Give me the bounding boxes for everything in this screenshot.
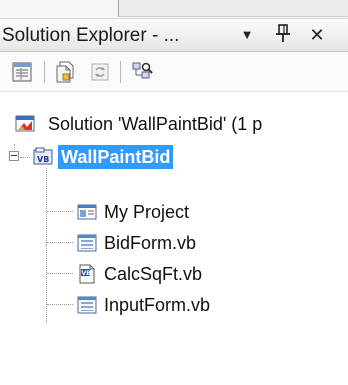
solution-explorer-titlebar[interactable]: Solution Explorer - ... ▼ ✕: [0, 18, 348, 52]
show-all-files-icon[interactable]: [54, 60, 78, 84]
class-view-icon[interactable]: [130, 60, 154, 84]
solution-tree: Solution 'WallPaintBid' (1 p VB WallPain…: [0, 92, 348, 385]
tree-connector: [46, 168, 47, 323]
collapse-toggle[interactable]: [9, 151, 19, 161]
document-tab[interactable]: [118, 0, 348, 17]
tree-connector: [47, 211, 73, 212]
tree-node-label: BidForm.vb: [104, 233, 197, 253]
tree-connector: [47, 242, 73, 243]
vb-module-icon: VB: [76, 263, 98, 285]
panel-title: Solution Explorer - ...: [2, 25, 180, 46]
form-icon: [76, 232, 98, 254]
form-icon: [76, 294, 98, 316]
properties-icon[interactable]: [10, 60, 34, 84]
solution-explorer-toolbar: [0, 52, 348, 92]
toolbar-separator: [120, 61, 121, 83]
top-tab-strip: [0, 0, 348, 18]
window-position-dropdown-icon[interactable]: ▼: [236, 23, 258, 47]
tree-connector: [47, 304, 73, 305]
toolbar-separator: [44, 61, 45, 83]
close-icon[interactable]: ✕: [306, 23, 328, 47]
auto-hide-pin-icon[interactable]: [272, 23, 294, 49]
solution-icon: [14, 113, 36, 135]
svg-text:VB: VB: [37, 155, 49, 164]
tree-connector: [47, 273, 73, 274]
refresh-icon[interactable]: [88, 60, 112, 84]
tree-node-label: CalcSqFt.vb: [104, 264, 203, 284]
tree-node-label: InputForm.vb: [104, 295, 211, 315]
svg-text:VB: VB: [82, 270, 92, 277]
tree-node-label: WallPaintBid: [58, 145, 174, 169]
vb-project-icon: VB: [32, 146, 54, 168]
solution-explorer-window: Solution Explorer - ... ▼ ✕ Solution 'Wa…: [0, 0, 348, 385]
my-project-icon: [76, 201, 98, 223]
tree-connector: [20, 157, 30, 158]
pin-icon: [276, 24, 290, 42]
tree-node-label: Solution 'WallPaintBid' (1 p: [48, 114, 263, 134]
tree-node-label: My Project: [104, 202, 190, 222]
